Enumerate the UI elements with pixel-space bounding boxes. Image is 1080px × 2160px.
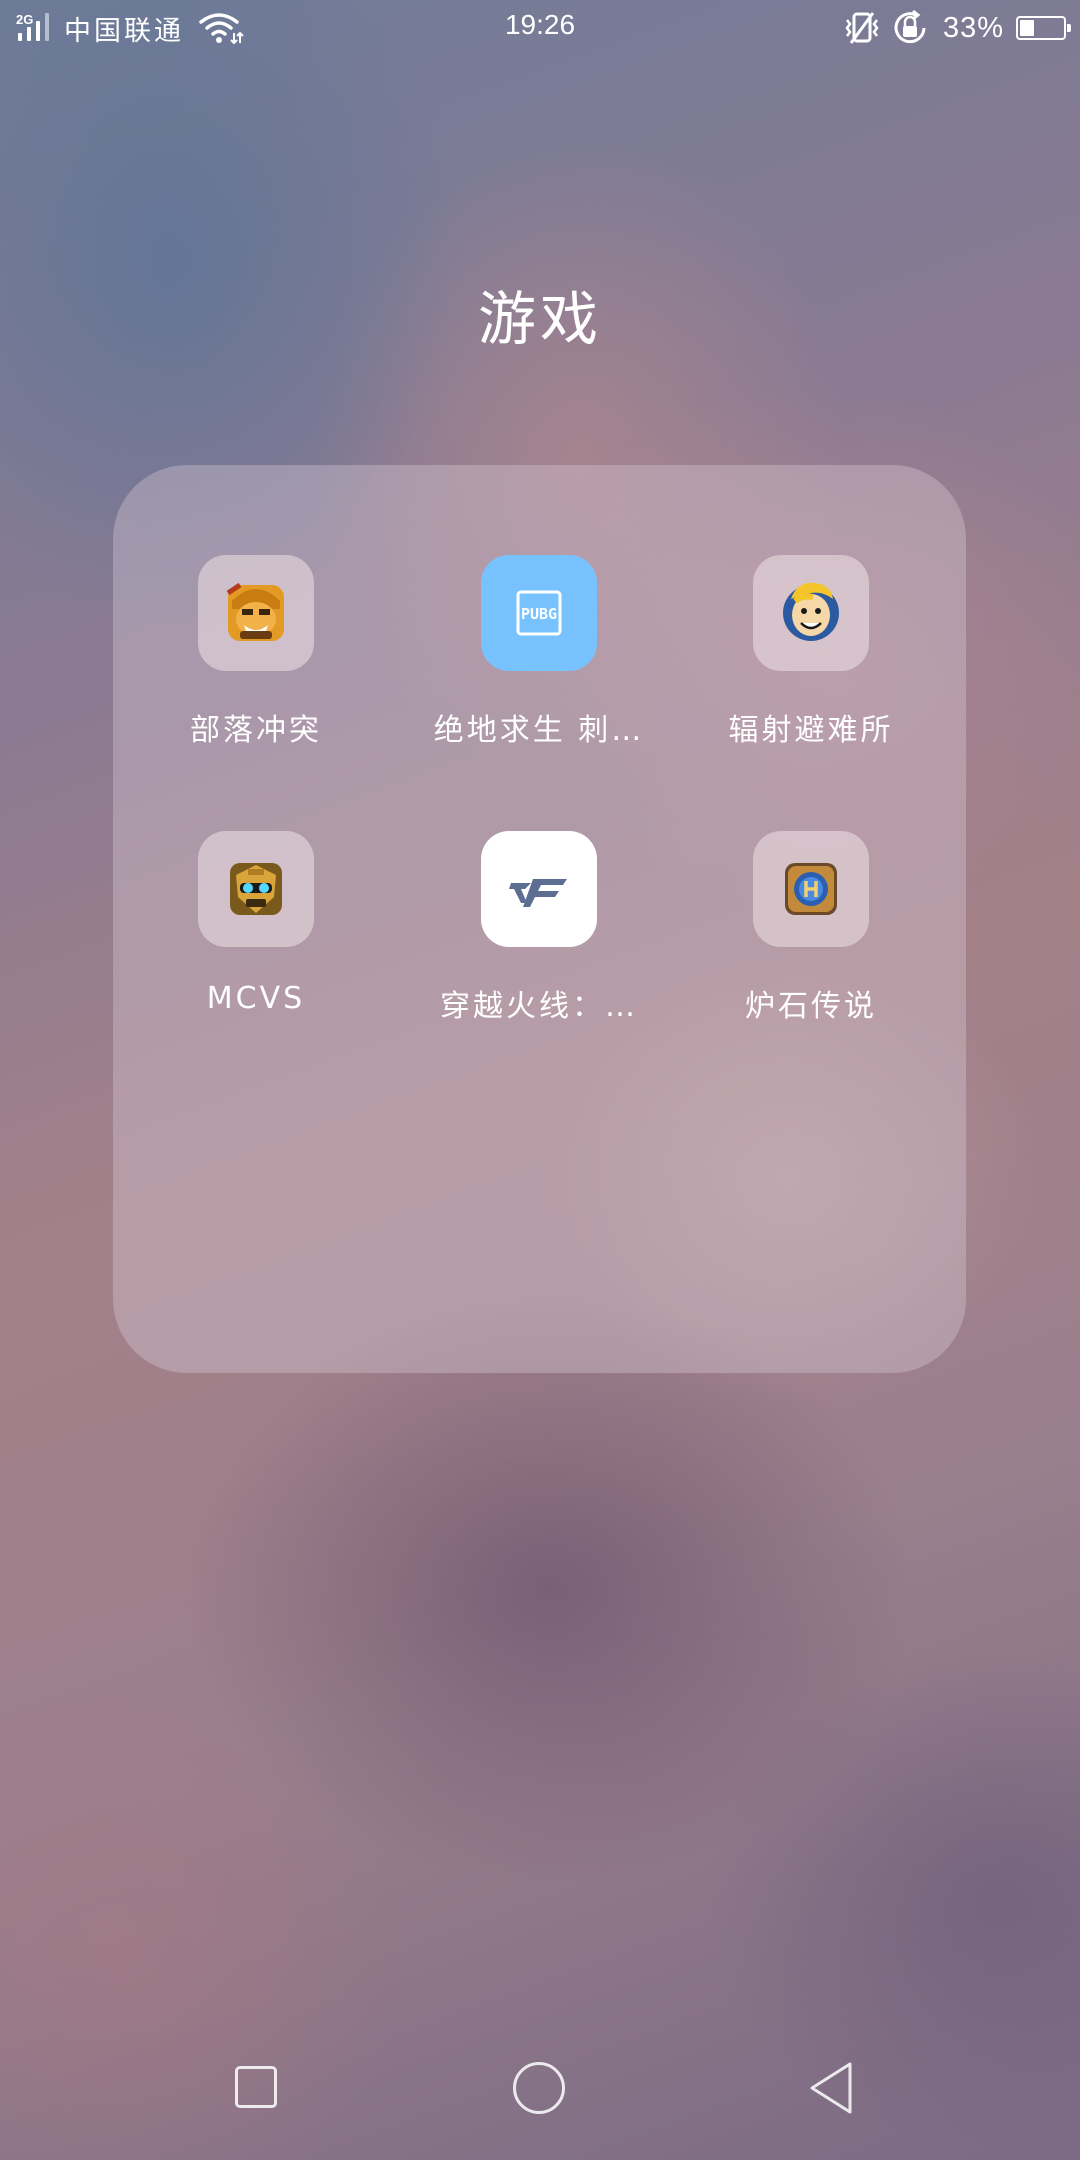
- hearthstone-icon[interactable]: [753, 831, 869, 947]
- folder-panel: 部落冲突 PUBG 绝地求生 刺… 辐射避难所 MCVS 穿越火线：… 炉石传说: [113, 465, 966, 1373]
- recent-apps-button[interactable]: [235, 2066, 277, 2108]
- fallout-shelter-icon[interactable]: [753, 555, 869, 671]
- app-label: 穿越火线：…: [440, 989, 638, 1024]
- mcvs-icon[interactable]: [198, 831, 314, 947]
- rotation-lock-icon: [894, 9, 926, 44]
- app-fallout-shelter[interactable]: 辐射避难所: [675, 465, 947, 748]
- app-pubg[interactable]: PUBG 绝地求生 刺…: [403, 465, 675, 748]
- app-label: MCVS: [206, 981, 306, 1016]
- status-right: 33%: [843, 8, 1071, 48]
- vibrate-icon: [845, 12, 879, 44]
- pubg-icon-text: PUBG: [521, 605, 557, 623]
- app-clash-of-clans[interactable]: 部落冲突: [120, 465, 392, 748]
- clash-of-clans-icon[interactable]: [198, 555, 314, 671]
- pubg-icon[interactable]: PUBG: [481, 555, 597, 671]
- app-crossfire[interactable]: 穿越火线：…: [403, 741, 675, 1024]
- app-mcvs[interactable]: MCVS: [120, 741, 392, 1016]
- home-button[interactable]: [513, 2062, 565, 2114]
- back-button[interactable]: [806, 2060, 856, 2116]
- folder-title[interactable]: 游戏: [0, 272, 1080, 356]
- app-label: 炉石传说: [745, 989, 877, 1024]
- status-bar: 2G 中国联通 19:26 33%: [0, 0, 1080, 56]
- battery-percent: 33%: [942, 11, 1004, 44]
- crossfire-icon[interactable]: [481, 831, 597, 947]
- app-hearthstone[interactable]: 炉石传说: [675, 741, 947, 1024]
- battery-icon: [1016, 16, 1071, 40]
